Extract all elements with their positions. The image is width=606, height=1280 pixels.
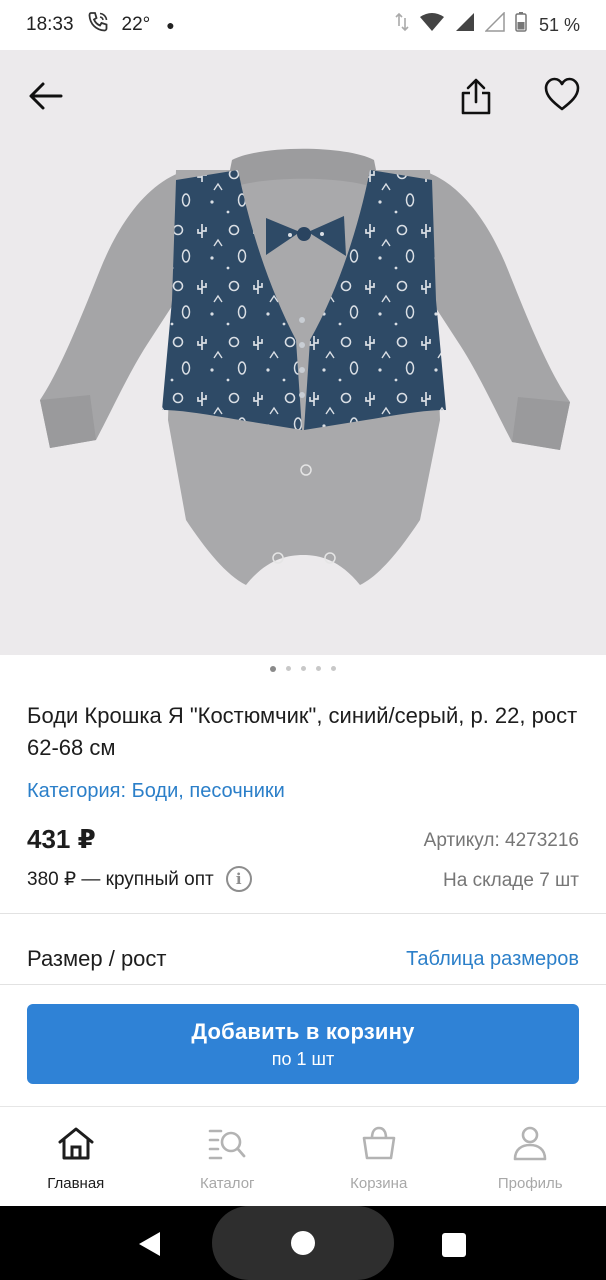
favorite-button[interactable] <box>538 70 586 118</box>
triangle-back-icon <box>139 1232 160 1256</box>
add-to-cart-button[interactable]: Добавить в корзину по 1 шт <box>27 1004 579 1084</box>
pager-dot <box>301 666 306 671</box>
nav-item-cart[interactable]: Корзина <box>303 1107 455 1206</box>
phone-call-icon <box>86 10 110 40</box>
info-icon[interactable]: i <box>225 866 252 892</box>
wifi-icon <box>419 12 445 38</box>
size-label: Размер / рост <box>27 946 167 971</box>
pager-dot <box>286 666 291 671</box>
system-home-button[interactable] <box>289 1229 317 1257</box>
pager-dot <box>270 665 276 672</box>
nav-item-catalog[interactable]: Каталог <box>152 1107 304 1206</box>
article-number: Артикул: 4273216 <box>423 830 579 851</box>
divider <box>0 913 606 914</box>
nav-item-home[interactable]: Главная <box>0 1107 152 1206</box>
basket-icon <box>362 1126 396 1160</box>
nav-label-catalog: Каталог <box>199 1175 255 1192</box>
size-table-link[interactable]: Таблица размеров <box>406 948 579 971</box>
signal-icon <box>455 12 475 38</box>
notification-dot-icon: ● <box>166 17 175 33</box>
heart-icon <box>544 77 580 111</box>
nav-label-home: Главная <box>47 1175 105 1192</box>
data-arrows-icon <box>395 12 409 38</box>
system-recents-button[interactable] <box>440 1231 468 1259</box>
product-photo <box>40 148 570 585</box>
battery-icon <box>515 12 527 38</box>
system-back-button[interactable] <box>134 1230 164 1258</box>
image-pager <box>0 665 606 672</box>
pager-dot <box>331 666 336 671</box>
system-navigation-bar <box>0 1206 606 1280</box>
battery-percent: 51 % <box>538 14 580 35</box>
circle-home-icon <box>291 1231 315 1255</box>
add-to-cart-quantity: по 1 шт <box>271 1048 335 1069</box>
product-image-gallery[interactable] <box>0 50 606 655</box>
back-button[interactable] <box>22 72 70 120</box>
add-to-cart-label: Добавить в корзину <box>191 1018 415 1044</box>
category-link[interactable]: Категория: Боди, песочники <box>27 780 285 803</box>
share-icon <box>461 78 491 115</box>
wholesale-price-row: 380 ₽ — крупный опт i <box>27 866 252 892</box>
bottom-navigation: Главная Каталог Корзина Профиль <box>0 1106 606 1206</box>
share-button[interactable] <box>452 72 500 120</box>
home-icon <box>58 1127 94 1160</box>
wholesale-price: 380 ₽ — крупный опт <box>27 868 214 890</box>
arrow-left-icon <box>29 82 63 110</box>
nav-label-cart: Корзина <box>350 1175 408 1192</box>
nav-item-profile[interactable]: Профиль <box>455 1107 606 1206</box>
product-title: Боди Крошка Я "Костюмчик", синий/серый, … <box>27 703 578 760</box>
status-bar: 18:33 22° ● 51 % <box>0 0 606 50</box>
nav-label-profile: Профиль <box>497 1175 563 1192</box>
profile-icon <box>513 1126 547 1161</box>
signal-empty-icon <box>484 11 505 38</box>
price: 431 ₽ <box>27 824 96 854</box>
catalog-search-icon <box>208 1129 246 1160</box>
temperature-text: 22° <box>121 14 151 35</box>
square-recents-icon <box>442 1233 466 1257</box>
divider <box>0 984 606 985</box>
stock-status: На складе 7 шт <box>443 870 579 891</box>
pager-dot <box>316 666 321 671</box>
status-time: 18:33 <box>26 14 74 35</box>
